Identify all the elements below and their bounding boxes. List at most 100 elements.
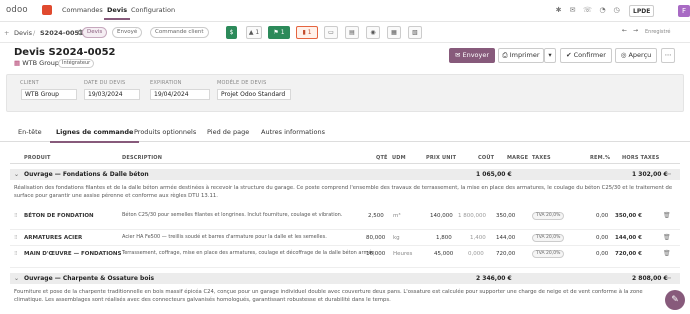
new-record-icon[interactable]: +	[4, 29, 9, 37]
tab-pied-de-page[interactable]: Pied de page	[207, 128, 249, 136]
status-commande-client[interactable]: Commande client	[150, 27, 209, 38]
col-produit[interactable]: PRODUIT	[24, 155, 51, 161]
section-note[interactable]: Réalisation des fondations filantes et d…	[14, 184, 674, 200]
expiration-label: EXPIRATION	[150, 80, 182, 86]
tab-produits-optionnels[interactable]: Produits optionnels	[134, 128, 196, 136]
tax-badge[interactable]: TVA 20,0%	[532, 250, 565, 258]
line-cost: 0,000	[468, 251, 484, 257]
tab-lignes-de-commande[interactable]: Lignes de commande	[49, 128, 140, 143]
breadcrumb-parent[interactable]: Devis	[14, 29, 32, 37]
trash-icon[interactable]: 🗑	[663, 234, 671, 241]
user-avatar[interactable]: F	[678, 5, 690, 17]
activity-icon[interactable]: ◔	[598, 6, 607, 15]
line-price[interactable]: 1,800	[436, 235, 452, 241]
drag-handle-icon[interactable]: ⠿	[14, 235, 18, 241]
col-price[interactable]: PRIX UNIT	[426, 155, 456, 161]
collapse-icon[interactable]: ⌄	[14, 171, 19, 178]
tab-autres-informations[interactable]: Autres informations	[261, 128, 325, 136]
envelope-icon: ✉	[454, 51, 461, 59]
prev-record-icon[interactable]: ←	[622, 27, 627, 34]
smart-button-delivery[interactable]: ▲ 1	[246, 26, 262, 39]
print-dropdown-button[interactable]: ▾	[544, 48, 556, 63]
col-taxes[interactable]: TAXES	[532, 155, 551, 161]
col-margin[interactable]: MARGE	[507, 155, 528, 161]
status-devis[interactable]: Devis	[82, 27, 108, 38]
section-margin: 2 346,00 €	[476, 275, 512, 282]
bug-icon[interactable]: ✱	[554, 6, 563, 15]
menu-devis[interactable]: Devis	[103, 6, 131, 20]
record-customer[interactable]: ▦ WTB Group	[14, 59, 59, 67]
menu-configuration[interactable]: Configuration	[131, 6, 175, 14]
print-button[interactable]: ⎙ Imprimer	[498, 48, 544, 63]
confirm-button[interactable]: ✔ Confirmer	[560, 48, 612, 63]
template-select[interactable]: Projet Odoo Standard	[217, 89, 291, 100]
chat-bubble-icon[interactable]: ✎	[665, 290, 685, 310]
col-cost[interactable]: COÛT	[478, 155, 494, 161]
table-row[interactable]: ⠿ MAIN D'ŒUVRE — FONDATIONS Terrassement…	[10, 248, 680, 268]
tab-en-tete[interactable]: En-tête	[18, 128, 42, 136]
table-row[interactable]: ⠿ BÉTON DE FONDATION Béton C25/30 pour s…	[10, 210, 680, 230]
line-description[interactable]: Béton C25/30 pour semelles filantes et l…	[122, 212, 387, 219]
line-qty[interactable]: 80,000	[366, 235, 385, 241]
line-price[interactable]: 140,000	[430, 213, 453, 219]
section-row[interactable]: ⌄ Ouvrage — Fondations & Dalle béton 1 0…	[10, 169, 680, 180]
line-discount[interactable]: 0,00	[596, 251, 608, 257]
col-uom[interactable]: UDM	[392, 155, 406, 161]
line-uom[interactable]: m³	[393, 213, 401, 219]
section-total: 1 302,00 €	[632, 171, 668, 178]
table-row[interactable]: ⠿ ARMATURES ACIER Acier HA Fe500 — treil…	[10, 232, 680, 246]
client-field[interactable]: WTB Group	[21, 89, 77, 100]
smart-button-time[interactable]: ◉	[366, 26, 380, 39]
col-qty[interactable]: QTÉ	[376, 155, 388, 161]
line-product[interactable]: ARMATURES ACIER	[24, 235, 82, 241]
trash-icon[interactable]: 🗑	[663, 250, 671, 257]
line-qty[interactable]: 16,000	[366, 251, 385, 257]
status-envoye[interactable]: Envoyé	[112, 27, 143, 38]
col-discount[interactable]: REM.%	[590, 155, 610, 161]
more-icon[interactable]: ⋯	[665, 171, 671, 178]
smart-button-task[interactable]: ▤	[345, 26, 359, 39]
line-uom[interactable]: Heures	[393, 251, 412, 257]
collapse-icon[interactable]: ⌄	[14, 275, 19, 282]
smart-button-more[interactable]: ▧	[408, 26, 422, 39]
sales-app-icon[interactable]	[42, 5, 52, 15]
line-product[interactable]: MAIN D'ŒUVRE — FONDATIONS	[24, 251, 121, 257]
drag-handle-icon[interactable]: ⠿	[14, 251, 18, 257]
expiration-field[interactable]: 19/04/2024	[150, 89, 210, 100]
more-actions-button[interactable]: ⋯	[661, 48, 675, 63]
phone-icon[interactable]: ☏	[583, 6, 592, 15]
smart-button-files[interactable]: ▦	[387, 26, 401, 39]
col-description[interactable]: DESCRIPTION	[122, 155, 162, 161]
section-note[interactable]: Fourniture et pose de la charpente tradi…	[14, 288, 664, 304]
line-description[interactable]: Acier HA Fe500 — treillis soudé et barre…	[122, 234, 387, 241]
col-subtotal[interactable]: HORS TAXES	[622, 155, 659, 161]
smart-button-project[interactable]: ⚑ 1	[268, 26, 290, 39]
line-price[interactable]: 45,000	[434, 251, 453, 257]
line-product[interactable]: BÉTON DE FONDATION	[24, 213, 94, 219]
smart-button-doc[interactable]: ▭	[324, 26, 338, 39]
more-icon[interactable]: ⋯	[665, 275, 671, 282]
smart-button-count: 1	[307, 29, 312, 36]
preview-button[interactable]: ◎ Aperçu	[615, 48, 657, 63]
smart-button-purchase[interactable]: ▮ 1	[296, 26, 318, 39]
send-button[interactable]: ✉ Envoyer	[449, 48, 495, 63]
tax-badge[interactable]: TVA 20,0%	[532, 212, 565, 220]
tax-badge[interactable]: TVA 20,0%	[532, 234, 565, 242]
breadcrumb-separator-icon: /	[33, 29, 36, 37]
line-discount[interactable]: 0,00	[596, 235, 608, 241]
smart-button-invoices-icon[interactable]: $	[226, 26, 237, 39]
line-qty[interactable]: 2,500	[368, 213, 384, 219]
line-description[interactable]: Terrassement, coffrage, mise en place de…	[122, 250, 387, 257]
date-field[interactable]: 19/03/2024	[84, 89, 140, 100]
chat-icon[interactable]: ✉	[568, 6, 577, 15]
drag-handle-icon[interactable]: ⠿	[14, 213, 18, 219]
odoo-logo[interactable]: odoo	[6, 5, 28, 15]
clock-icon[interactable]: ◷	[612, 6, 621, 15]
line-uom[interactable]: kg	[393, 235, 400, 241]
menu-commandes[interactable]: Commandes	[62, 6, 103, 14]
company-switcher[interactable]: LPDE	[629, 5, 655, 17]
next-record-icon[interactable]: →	[633, 27, 638, 34]
trash-icon[interactable]: 🗑	[663, 212, 671, 219]
line-discount[interactable]: 0,00	[596, 213, 608, 219]
section-row[interactable]: ⌄ Ouvrage — Charpente & Ossature bois 2 …	[10, 273, 680, 284]
